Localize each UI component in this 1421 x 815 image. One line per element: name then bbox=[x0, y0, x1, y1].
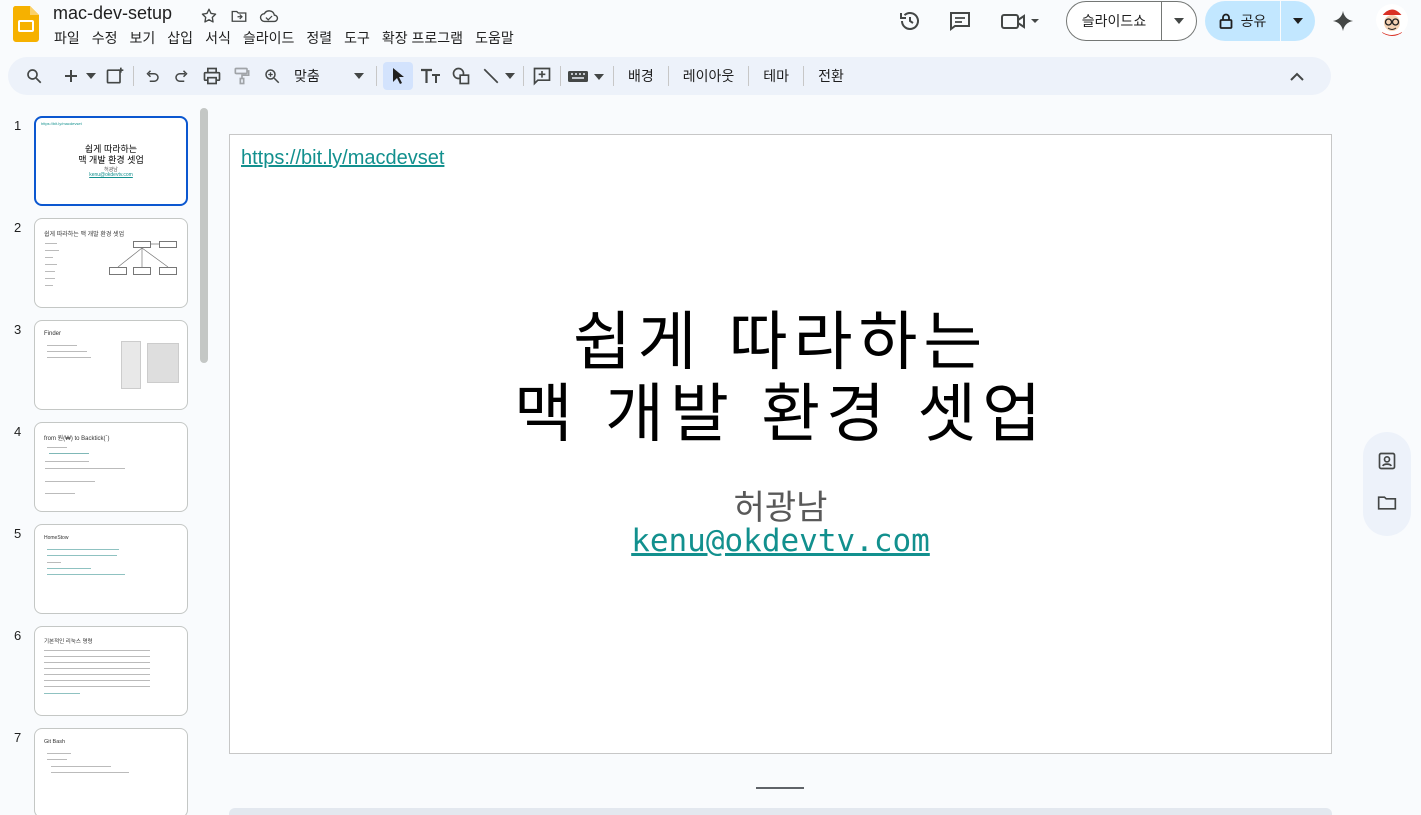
document-title[interactable]: mac-dev-setup bbox=[53, 3, 172, 24]
menu-help[interactable]: 도움말 bbox=[469, 27, 520, 49]
move-to-folder-icon[interactable] bbox=[228, 6, 250, 26]
slide-thumbnail-row: 5 HomeStow bbox=[0, 524, 200, 616]
share-label: 공유 bbox=[1240, 13, 1267, 29]
slide-thumbnail-row: 4 from 원(₩) to Backtick(`) bbox=[0, 422, 200, 514]
version-history-icon[interactable] bbox=[890, 1, 930, 41]
slideshow-button[interactable]: 슬라이드쇼 bbox=[1066, 1, 1197, 41]
filmstrip-scrollbar[interactable] bbox=[200, 108, 208, 363]
share-button[interactable]: 공유 bbox=[1205, 1, 1315, 41]
lock-icon bbox=[1219, 13, 1233, 29]
text-box-icon[interactable] bbox=[419, 62, 443, 90]
collapse-toolbar-chevron-up-icon[interactable] bbox=[1285, 62, 1309, 90]
slide-number: 3 bbox=[14, 322, 22, 337]
undo-icon[interactable] bbox=[140, 62, 164, 90]
redo-icon[interactable] bbox=[170, 62, 194, 90]
slideshow-label[interactable]: 슬라이드쇼 bbox=[1067, 2, 1162, 40]
thumb-link: https://bit.ly/macdevset bbox=[41, 121, 82, 126]
slide-thumbnail[interactable]: 쉽게 따라하는 맥 개발 환경 셋업 bbox=[34, 218, 188, 308]
thumb-title: Git Bash bbox=[44, 739, 66, 745]
slide-thumbnail[interactable]: from 원(₩) to Backtick(`) bbox=[34, 422, 188, 512]
star-icon[interactable] bbox=[198, 6, 220, 26]
speaker-notes-panel[interactable] bbox=[229, 808, 1332, 815]
menu-extensions[interactable]: 확장 프로그램 bbox=[376, 27, 469, 49]
line-chevron-down-icon[interactable] bbox=[503, 62, 517, 90]
line-icon[interactable] bbox=[479, 62, 503, 90]
slide-thumbnail-row: 2 쉽게 따라하는 맥 개발 환경 셋업 bbox=[0, 218, 200, 310]
main-toolbar: 맞춤 배경 레이아웃 테마 전환 bbox=[8, 57, 1331, 95]
contacts-icon[interactable] bbox=[1377, 451, 1397, 475]
app-header: mac-dev-setup 파일 수정 보기 삽입 서식 슬라이드 정렬 도구 … bbox=[0, 0, 1421, 52]
shape-icon[interactable] bbox=[449, 62, 473, 90]
thumb-title: 기본적인 리눅스 명령 bbox=[44, 639, 93, 645]
slide-link[interactable]: https://bit.ly/macdevset bbox=[241, 147, 444, 170]
slide-thumbnail-row: 6 기본적인 리눅스 명령 bbox=[0, 626, 200, 718]
print-icon[interactable] bbox=[200, 62, 224, 90]
select-cursor-icon[interactable] bbox=[383, 62, 413, 90]
theme-button[interactable]: 테마 bbox=[755, 62, 797, 90]
slide-thumbnail-row: 1 https://bit.ly/macdevset 쉽게 따라하는 맥 개발 … bbox=[0, 116, 200, 208]
slide-thumbnail[interactable]: HomeStow bbox=[34, 524, 188, 614]
keyboard-input-icon[interactable] bbox=[567, 62, 607, 90]
slide-thumbnail[interactable]: Finder bbox=[34, 320, 188, 410]
cloud-saved-icon[interactable] bbox=[258, 6, 280, 26]
menu-view[interactable]: 보기 bbox=[124, 27, 162, 49]
zoom-icon[interactable] bbox=[260, 62, 284, 90]
add-comment-icon[interactable] bbox=[530, 62, 554, 90]
transition-button[interactable]: 전환 bbox=[810, 62, 852, 90]
thumb-title-2: 맥 개발 환경 셋업 bbox=[78, 155, 144, 165]
new-slide-chevron-down-icon[interactable] bbox=[83, 62, 99, 90]
zoom-select[interactable]: 맞춤 bbox=[292, 66, 370, 86]
slide-canvas[interactable]: https://bit.ly/macdevset 쉽게 따라하는 맥 개발 환경… bbox=[229, 134, 1332, 754]
search-menus-icon[interactable] bbox=[22, 62, 46, 90]
slide-title-line-2: 맥 개발 환경 셋업 bbox=[513, 378, 1048, 452]
slide-number: 7 bbox=[14, 730, 22, 745]
slide-thumbnail-row: 3 Finder bbox=[0, 320, 200, 412]
slide-thumbnail[interactable]: 기본적인 리눅스 명령 bbox=[34, 626, 188, 716]
zoom-chevron-down-icon bbox=[354, 73, 364, 79]
layout-button[interactable]: 레이아웃 bbox=[675, 62, 743, 90]
slide-author[interactable]: 허광남 bbox=[230, 480, 1331, 529]
share-main[interactable]: 공유 bbox=[1205, 1, 1281, 41]
gemini-sparkle-icon[interactable] bbox=[1323, 1, 1363, 41]
slide-filmstrip: 1 https://bit.ly/macdevset 쉽게 따라하는 맥 개발 … bbox=[0, 104, 210, 815]
comments-icon[interactable] bbox=[940, 1, 980, 41]
speaker-notes-handle[interactable] bbox=[756, 787, 804, 789]
zoom-value: 맞춤 bbox=[294, 68, 320, 84]
slide-number: 6 bbox=[14, 628, 22, 643]
slide-number: 5 bbox=[14, 526, 22, 541]
meet-video-icon[interactable] bbox=[996, 1, 1044, 41]
slide-number: 4 bbox=[14, 424, 22, 439]
menu-format[interactable]: 서식 bbox=[199, 27, 237, 49]
menu-arrange[interactable]: 정렬 bbox=[300, 27, 338, 49]
insert-image-icon[interactable] bbox=[103, 62, 127, 90]
new-slide-plus-icon[interactable] bbox=[59, 62, 83, 90]
thumb-title: from 원(₩) to Backtick(`) bbox=[44, 436, 110, 442]
slide-title[interactable]: 쉽게 따라하는 맥 개발 환경 셋업 bbox=[230, 307, 1331, 451]
menu-slide[interactable]: 슬라이드 bbox=[237, 27, 301, 49]
thumb-title: Finder bbox=[44, 331, 62, 337]
slide-thumbnail-row: 7 Git Bash bbox=[0, 728, 200, 815]
side-panel bbox=[1363, 432, 1411, 536]
menu-edit[interactable]: 수정 bbox=[86, 27, 124, 49]
menu-tools[interactable]: 도구 bbox=[338, 27, 376, 49]
folder-icon[interactable] bbox=[1377, 493, 1397, 517]
menu-file[interactable]: 파일 bbox=[48, 27, 86, 49]
slide-thumbnail[interactable]: https://bit.ly/macdevset 쉽게 따라하는 맥 개발 환경… bbox=[34, 116, 188, 206]
slides-logo-icon[interactable] bbox=[12, 6, 40, 42]
slide-number: 1 bbox=[14, 118, 22, 133]
share-options-chevron-down-icon[interactable] bbox=[1281, 18, 1315, 24]
paint-format-icon[interactable] bbox=[230, 62, 254, 90]
thumb-title: HomeStow bbox=[44, 535, 69, 541]
menu-insert[interactable]: 삽입 bbox=[161, 27, 199, 49]
slide-email-link[interactable]: kenu@okdevtv.com bbox=[230, 523, 1331, 559]
thumb-email: kenu@okdevtv.com bbox=[89, 172, 133, 178]
account-avatar[interactable] bbox=[1376, 4, 1408, 36]
slide-number: 2 bbox=[14, 220, 22, 235]
background-button[interactable]: 배경 bbox=[620, 62, 662, 90]
slide-title-line-1: 쉽게 따라하는 bbox=[572, 306, 989, 380]
slideshow-options-chevron-down-icon[interactable] bbox=[1162, 18, 1196, 24]
menu-bar: 파일 수정 보기 삽입 서식 슬라이드 정렬 도구 확장 프로그램 도움말 bbox=[48, 27, 520, 49]
slide-thumbnail[interactable]: Git Bash bbox=[34, 728, 188, 815]
